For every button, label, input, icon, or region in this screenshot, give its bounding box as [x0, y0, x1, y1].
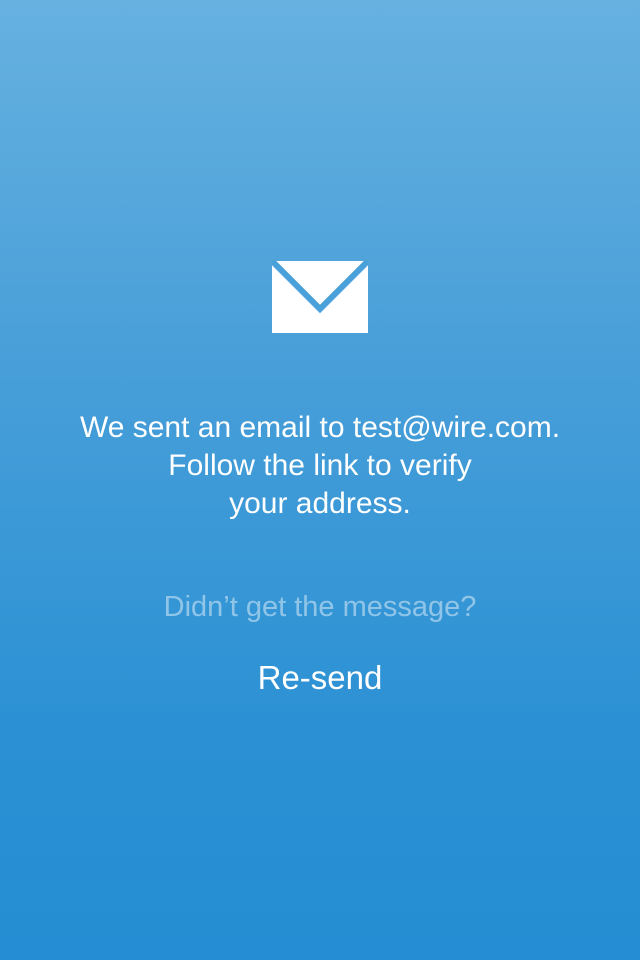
email-verification-screen: We sent an email to test@wire.com. Follo… — [0, 0, 640, 960]
verification-message: We sent an email to test@wire.com. Follo… — [20, 409, 620, 523]
email-address: test@wire.com — [352, 411, 552, 444]
message-line-1: We sent an email to test@wire.com. — [20, 409, 620, 447]
message-prefix: We sent an email to — [79, 411, 353, 444]
envelope-icon — [272, 261, 368, 333]
resend-question: Didn’t get the message? — [163, 591, 477, 623]
resend-button[interactable]: Re-send — [220, 655, 420, 701]
message-period: . — [551, 411, 561, 444]
message-line-2: Follow the link to verify — [168, 449, 472, 482]
message-line-3: your address. — [229, 487, 411, 520]
